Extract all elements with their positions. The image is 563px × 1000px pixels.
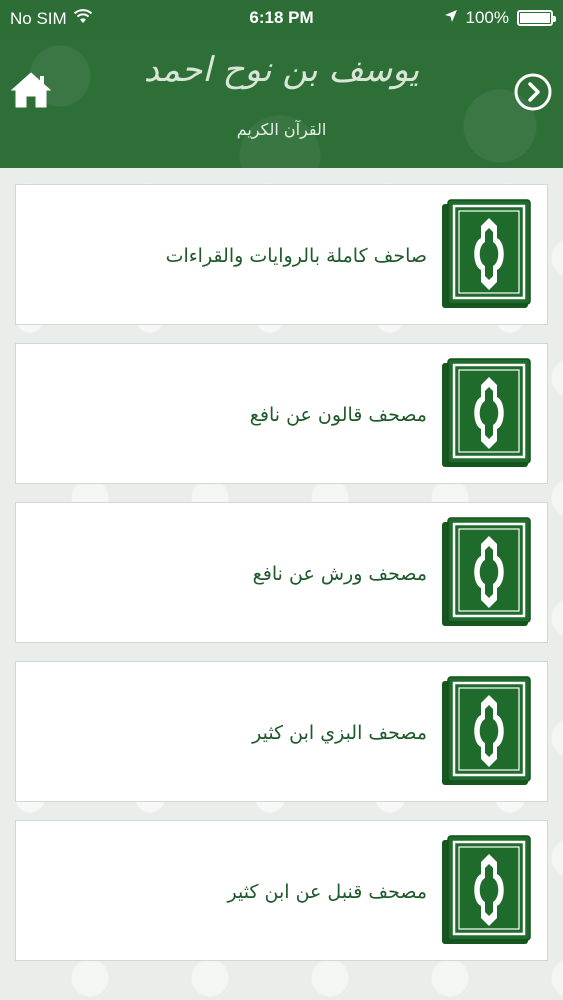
list-item[interactable]: مصحف ورش عن نافع [15,502,548,643]
header: يوسف بن نوح احمد القرآن الكريم [0,36,563,168]
list-item-title: مصحف ورش عن نافع [252,562,427,585]
status-bar: No SIM 6:18 PM 100% [0,0,563,36]
battery-percent: 100% [465,8,509,27]
quran-book-icon [442,517,531,626]
quran-book-icon [442,835,531,944]
mushaf-list: صاحف كاملة بالروايات والقراءات مصحف قالو… [15,184,548,979]
battery-icon [517,10,556,26]
chevron-right-circle-icon [514,73,552,111]
list-item-title: مصحف البزي ابن كثير [252,721,427,744]
next-button[interactable] [513,72,553,112]
list-item[interactable]: مصحف البزي ابن كثير [15,661,548,802]
list-item-title: مصحف قالون عن نافع [249,403,427,426]
list-item-title: مصحف قنبل عن ابن كثير [227,880,427,903]
location-arrow-icon [444,8,458,28]
quran-book-icon [442,199,531,308]
list-item[interactable]: صاحف كاملة بالروايات والقراءات [15,184,548,325]
list-item[interactable]: مصحف قالون عن نافع [15,343,548,484]
header-subtitle: القرآن الكريم [236,120,327,139]
battery-level [520,13,550,23]
list-item[interactable]: مصحف قنبل عن ابن كثير [15,820,548,961]
header-calligraphy: يوسف بن نوح احمد [143,50,420,90]
quran-book-icon [442,358,531,467]
list-item-title: صاحف كاملة بالروايات والقراءات [165,244,427,267]
quran-book-icon [442,676,531,785]
status-right: 100% [444,8,556,28]
